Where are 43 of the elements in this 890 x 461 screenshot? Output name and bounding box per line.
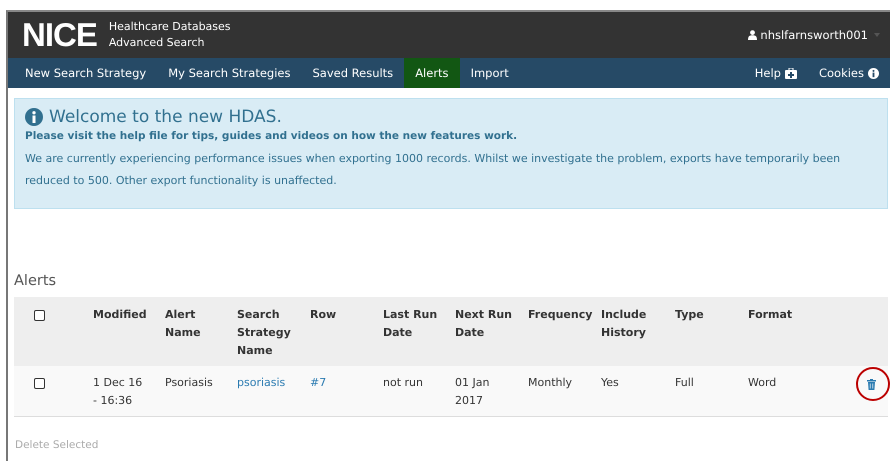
user-icon xyxy=(748,30,758,40)
table-cell: Yes xyxy=(601,376,619,389)
delete-icon[interactable] xyxy=(867,379,876,390)
column-header: Include History xyxy=(601,308,646,339)
table-cell: 01 Jan 2017 xyxy=(455,376,490,407)
table-cell: not run xyxy=(383,376,423,389)
nav-tab[interactable]: Import xyxy=(460,58,520,88)
nav-link[interactable]: Cookies xyxy=(808,58,890,88)
nav-tab[interactable]: Saved Results xyxy=(301,58,404,88)
column-header: Next Run Date xyxy=(455,308,512,339)
medical-kit-icon xyxy=(784,68,797,78)
nav-tab[interactable]: Alerts xyxy=(404,58,460,88)
row-checkbox[interactable] xyxy=(34,378,45,389)
section-title: Alerts xyxy=(14,273,58,289)
table-cell: Word xyxy=(748,376,776,389)
logo: NICE xyxy=(22,16,97,54)
table-cell: Monthly xyxy=(528,376,572,389)
column-header: Format xyxy=(748,308,792,321)
nav-tab[interactable]: New Search Strategy xyxy=(14,58,158,88)
app-title: Healthcare Databases xyxy=(108,19,231,35)
column-header: Row xyxy=(310,308,336,321)
column-header: Type xyxy=(675,308,704,321)
select-all-checkbox[interactable] xyxy=(34,310,45,321)
caret-icon xyxy=(874,33,880,37)
notice-title: Welcome to the new HDAS. xyxy=(49,107,282,127)
app-title: Advanced Search xyxy=(108,35,206,51)
table-cell: Psoriasis xyxy=(165,376,213,389)
nav-link[interactable]: Help xyxy=(744,58,808,88)
table-link[interactable]: psoriasis xyxy=(237,376,286,389)
column-header: Search Strategy Name xyxy=(237,308,291,357)
notice-message: We are currently experiencing performance issues when exporting 1000 records. Whilst we investigate the problem, exports have temporarily been reduced to 500. Other export functionality is unaffected. xyxy=(25,151,842,189)
user-menu[interactable]: nhslfarnsworth001 xyxy=(748,28,880,42)
column-header: Alert Name xyxy=(165,308,201,339)
info-icon xyxy=(25,108,43,126)
column-header: Last Run Date xyxy=(383,308,438,339)
notice-subtitle: Please visit the help file for tips, guides and videos on how the new features work. xyxy=(25,130,518,142)
column-header: Frequency xyxy=(528,308,592,321)
nav-tab[interactable]: My Search Strategies xyxy=(157,58,302,88)
info-icon xyxy=(868,68,879,78)
column-header: Modified xyxy=(93,308,147,321)
table-link[interactable]: #7 xyxy=(310,376,326,389)
table-cell: 1 Dec 16 - 16:36 xyxy=(93,376,142,407)
table-cell: Full xyxy=(675,376,694,389)
